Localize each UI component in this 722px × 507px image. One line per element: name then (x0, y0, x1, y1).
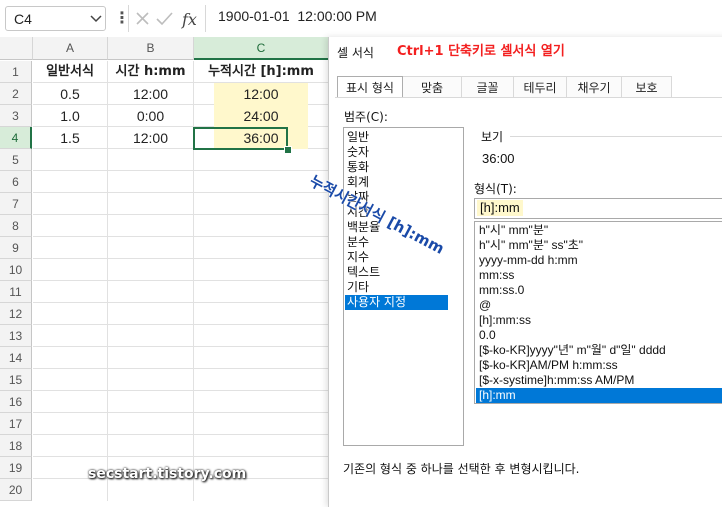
cell-b4[interactable]: 12:00 (108, 127, 194, 149)
row-header[interactable]: 17 (0, 413, 32, 435)
enter-icon[interactable] (156, 12, 173, 26)
row-header[interactable]: 19 (0, 457, 32, 479)
row-header[interactable]: 10 (0, 259, 32, 281)
cell-b2[interactable]: 12:00 (108, 83, 194, 105)
format-item[interactable]: [h]:mm:ss (476, 313, 722, 328)
category-item[interactable]: 통화 (347, 160, 446, 175)
row-header[interactable]: 7 (0, 193, 32, 215)
dialog-title: 셀 서식 (337, 46, 374, 60)
cell-c1[interactable]: 누적시간 [h]:mm (194, 61, 329, 83)
format-item[interactable]: mm:ss.0 (476, 283, 722, 298)
column-header-b[interactable]: B (108, 37, 194, 60)
column-header-a[interactable]: A (33, 37, 108, 60)
cancel-icon[interactable] (136, 12, 149, 25)
category-item[interactable]: 회계 (347, 175, 446, 190)
cell-a2[interactable]: 0.5 (33, 83, 108, 105)
sample-divider (510, 136, 722, 137)
formula-input-divider (205, 5, 206, 32)
active-cell-border (193, 127, 288, 150)
tab-protection[interactable]: 보호 (622, 76, 672, 98)
row-header[interactable]: 5 (0, 149, 32, 171)
category-item[interactable]: 텍스트 (347, 265, 446, 280)
tab-alignment[interactable]: 맞춤 (403, 76, 462, 98)
format-item[interactable]: mm:ss (476, 268, 722, 283)
row-header[interactable]: 16 (0, 391, 32, 413)
format-item[interactable]: [$-x-systime]h:mm:ss AM/PM (476, 373, 722, 388)
tab-divider (335, 97, 722, 98)
category-item-selected[interactable]: 사용자 지정 (345, 295, 448, 310)
format-item[interactable]: 0.0 (476, 328, 722, 343)
type-input-value: [h]:mm (477, 200, 523, 216)
cell-a3[interactable]: 1.0 (33, 105, 108, 127)
formula-bar-buttons: fx (136, 10, 197, 29)
row-header[interactable]: 12 (0, 303, 32, 325)
row-header[interactable]: 14 (0, 347, 32, 369)
category-item[interactable]: 기타 (347, 280, 446, 295)
row-header[interactable]: 8 (0, 215, 32, 237)
cell-c3-value: 24:00 (214, 105, 308, 127)
row-header[interactable]: 3 (0, 105, 32, 127)
format-description: 기존의 형식 중 하나를 선택한 후 변형시킵니다. (343, 462, 580, 476)
row-header[interactable]: 13 (0, 325, 32, 347)
formula-input[interactable]: 1900-01-01 12:00:00 PM (218, 8, 377, 24)
format-item[interactable]: [$-ko-KR]AM/PM h:mm:ss (476, 358, 722, 373)
chevron-down-icon[interactable] (88, 6, 104, 31)
row-header[interactable]: 4 (0, 127, 32, 149)
cell-a1[interactable]: 일반서식 (33, 61, 108, 83)
format-item[interactable]: yyyy-mm-dd h:mm (476, 253, 722, 268)
row-header[interactable]: 2 (0, 83, 32, 105)
watermark: secstart.tistory.com (88, 466, 247, 482)
cell-c3[interactable]: 24:00 (194, 105, 329, 127)
tab-number[interactable]: 표시 형식 (337, 76, 403, 98)
shortcut-annotation: Ctrl+1 단축키로 셀서식 열기 (397, 44, 565, 59)
cell-b3[interactable]: 0:00 (108, 105, 194, 127)
row-header[interactable]: 15 (0, 369, 32, 391)
formula-bar-divider (128, 5, 129, 32)
cell-c2[interactable]: 12:00 (194, 83, 329, 105)
category-label: 범주(C): (344, 110, 388, 124)
format-item[interactable]: @ (476, 298, 722, 313)
row-header[interactable]: 18 (0, 435, 32, 457)
category-item[interactable]: 일반 (347, 130, 446, 145)
tab-border[interactable]: 테두리 (514, 76, 567, 98)
column-header-c[interactable]: C (194, 37, 329, 60)
insert-function-icon[interactable]: fx (181, 10, 197, 29)
format-item[interactable]: h"시" mm"분" ss"초" (476, 238, 722, 253)
category-item[interactable]: 숫자 (347, 145, 446, 160)
cell-b1[interactable]: 시간 h:mm (108, 61, 194, 83)
row-header[interactable]: 9 (0, 237, 32, 259)
row-header[interactable]: 11 (0, 281, 32, 303)
cell-c2-value: 12:00 (214, 83, 308, 105)
format-item[interactable]: [$-ko-KR]yyyy"년" m"월" d"일" dddd (476, 343, 722, 358)
svg-text:fx: fx (181, 10, 197, 29)
row-header[interactable]: 20 (0, 479, 32, 501)
row-header[interactable]: 6 (0, 171, 32, 193)
sample-value: 36:00 (482, 151, 515, 166)
empty-grid-lines (33, 149, 329, 501)
type-label: 형식(T): (474, 182, 517, 196)
sample-label: 보기 (481, 130, 504, 144)
tab-font[interactable]: 글꼴 (462, 76, 514, 98)
row-header[interactable]: 1 (0, 61, 32, 83)
format-item[interactable]: h"시" mm"분" (476, 223, 722, 238)
tab-fill[interactable]: 채우기 (567, 76, 622, 98)
format-item-selected[interactable]: [h]:mm (476, 388, 722, 403)
cell-a4[interactable]: 1.5 (33, 127, 108, 149)
fill-handle[interactable] (284, 146, 292, 154)
select-all-corner[interactable] (0, 37, 33, 60)
